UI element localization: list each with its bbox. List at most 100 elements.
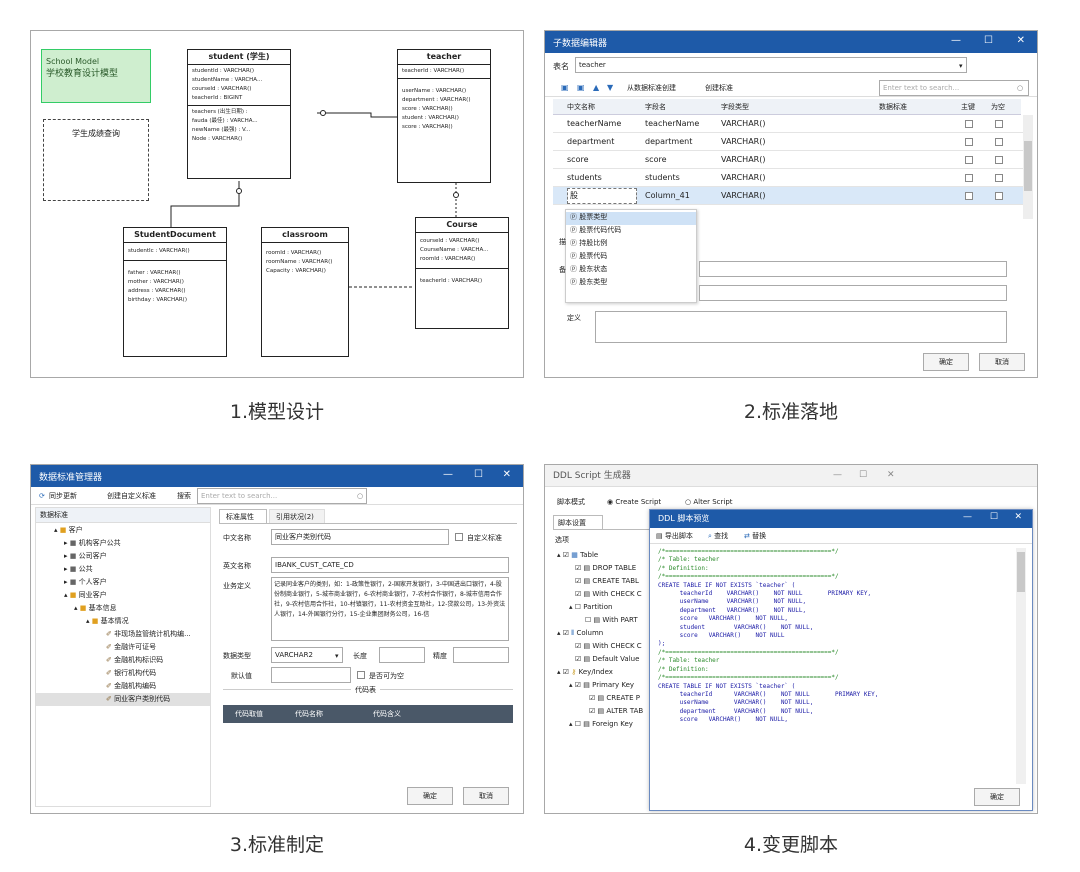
pk-checkbox[interactable]: [965, 138, 973, 146]
view-box[interactable]: 学生成绩查询: [43, 119, 149, 201]
tree-item[interactable]: ✐ 金融许可证号: [106, 641, 156, 654]
tree-item[interactable]: ☑ ▤ With CHECK C: [575, 640, 642, 653]
table-row-selected[interactable]: 股 Column_41 VARCHAR(): [553, 187, 1023, 205]
tree-item[interactable]: ▴ ☑ ▦ Table: [557, 549, 598, 562]
ok-button[interactable]: 确定: [974, 788, 1020, 806]
maximize-icon[interactable]: ☐: [474, 469, 483, 480]
table-row[interactable]: students students VARCHAR(): [553, 169, 1023, 187]
minimize-icon[interactable]: —: [443, 469, 453, 480]
table-row[interactable]: department department VARCHAR(): [553, 133, 1023, 151]
tree-item[interactable]: ▴ ■ 客户: [54, 524, 83, 537]
radio-create[interactable]: ◉ Create Script: [607, 497, 661, 507]
tree-item-selected[interactable]: ✐ 同业客户类别代码: [36, 693, 210, 706]
null-checkbox[interactable]: [995, 156, 1003, 164]
tree-item[interactable]: ▴ ☐ Partition: [569, 601, 612, 614]
tree-item[interactable]: ▴ ☑ ⚷ Key/Index: [557, 666, 613, 679]
tree-item[interactable]: ▸ ■ 机构客户公共: [64, 537, 121, 550]
en-input[interactable]: IBANK_CUST_CATE_CD: [271, 557, 509, 573]
nullable-checkbox[interactable]: [357, 671, 365, 679]
minimize-icon[interactable]: —: [833, 469, 842, 481]
type-select[interactable]: VARCHAR2: [271, 647, 343, 663]
std-dropdown[interactable]: ⓟ 股票类型 ⓟ 股票代码代码 ⓟ 持股比例 ⓟ 股票代码 ⓟ 股东状态 ⓟ 股…: [565, 209, 697, 303]
ddl-code-editor[interactable]: /*======================================…: [658, 548, 1012, 778]
null-checkbox[interactable]: [995, 120, 1003, 128]
tree-item[interactable]: ☑ ▤ ALTER TAB: [589, 705, 643, 718]
maximize-icon[interactable]: ☐: [990, 512, 998, 522]
tree-item[interactable]: ☑ ▤ With CHECK C: [575, 588, 642, 601]
maximize-icon[interactable]: ☐: [859, 469, 867, 481]
tree-item[interactable]: ▸ ■ 公共: [64, 563, 93, 576]
tab-references[interactable]: 引用状况(2): [269, 509, 325, 523]
null-checkbox[interactable]: [995, 174, 1003, 182]
len-input[interactable]: [379, 647, 425, 663]
entity-course[interactable]: Course courseId : VARCHAR() CourseName :…: [415, 217, 509, 329]
dropdown-item[interactable]: ⓟ 股票代码代码: [570, 225, 621, 235]
dropdown-item[interactable]: ⓟ 股票类型: [566, 212, 696, 225]
radio-alter[interactable]: ○ Alter Script: [685, 497, 733, 507]
form-field[interactable]: [699, 285, 1007, 301]
tree-item[interactable]: ✐ 金融机构编码: [106, 680, 156, 693]
maximize-icon[interactable]: ☐: [984, 35, 993, 46]
std-search-input[interactable]: Enter text to search...: [879, 80, 1029, 96]
tree-item[interactable]: ▴ ☐ ▤ Foreign Key: [569, 718, 633, 731]
export-button[interactable]: ▤ 导出脚本: [656, 531, 693, 541]
create-std-button[interactable]: 创建标准: [705, 83, 733, 93]
tree-item[interactable]: ▴ ☑ ⫴ Column: [557, 627, 603, 640]
close-icon[interactable]: ✕: [503, 469, 511, 480]
minimize-icon[interactable]: —: [963, 512, 972, 522]
entity-studentdocument[interactable]: StudentDocument studentIc : VARCHAR() fa…: [123, 227, 227, 357]
search-icon[interactable]: ○: [357, 491, 363, 501]
sync-button[interactable]: 同步更新: [49, 491, 77, 501]
copy-row-icon[interactable]: ▣: [577, 82, 585, 93]
from-std-button[interactable]: 从数据标准创建: [627, 83, 676, 93]
tab-script-settings[interactable]: 脚本设置: [553, 515, 603, 529]
tab-std-attr[interactable]: 标准属性: [219, 509, 267, 523]
sync-icon[interactable]: ⟳: [39, 491, 45, 501]
table-row[interactable]: score score VARCHAR(): [553, 151, 1023, 169]
ok-button[interactable]: 确定: [923, 353, 969, 371]
tree-item[interactable]: ☑ ▤ Default Value: [575, 653, 639, 666]
table-row[interactable]: teacherName teacherName VARCHAR(): [553, 115, 1023, 133]
tree-item[interactable]: ✐ 银行机构代码: [106, 667, 156, 680]
form-field[interactable]: [699, 261, 1007, 277]
entity-teacher[interactable]: teacher teacherId : VARCHAR() userName :…: [397, 49, 491, 183]
tree-item[interactable]: ▴ ■ 基本信息: [74, 602, 117, 615]
table-select[interactable]: teacher: [575, 57, 967, 73]
search-icon[interactable]: ○: [1017, 83, 1023, 93]
model-note[interactable]: School Model 学校教育设计模型: [41, 49, 151, 103]
tree-item[interactable]: ▴ ■ 同业客户: [64, 589, 107, 602]
tree-item[interactable]: ✐ 金融机构标识码: [106, 654, 163, 667]
default-input[interactable]: [271, 667, 351, 683]
tree-item[interactable]: ☐ ▤ With PART: [585, 614, 638, 627]
find-button[interactable]: ⌕ 查找: [708, 531, 728, 541]
custom-checkbox[interactable]: [455, 533, 463, 541]
definition-textarea[interactable]: [595, 311, 1007, 343]
tree-item[interactable]: ▸ ■ 公司客户: [64, 550, 107, 563]
close-icon[interactable]: ✕: [1017, 35, 1025, 46]
cn-input[interactable]: 同业客户类别代码: [271, 529, 449, 545]
close-icon[interactable]: ✕: [887, 469, 895, 481]
entity-classroom[interactable]: classroom roomId : VARCHAR() roomName : …: [261, 227, 349, 357]
dropdown-item[interactable]: ⓟ 股东状态: [570, 264, 607, 274]
def-textarea[interactable]: 记录同业客户的类别，如：1-政策性银行，2-国家开发银行，3-中国进出口银行，4…: [271, 577, 509, 641]
custom-std-button[interactable]: 创建自定义标准: [107, 491, 156, 501]
tree-item[interactable]: ☑ ▤ CREATE TABL: [575, 575, 639, 588]
arrow-down-icon[interactable]: ▼: [607, 82, 613, 93]
chevron-down-icon[interactable]: ▾: [959, 61, 963, 71]
pk-checkbox[interactable]: [965, 120, 973, 128]
tree-item[interactable]: ▴ ■ 基本情况: [86, 615, 129, 628]
tree-item[interactable]: ▴ ☑ ▤ Primary Key: [569, 679, 634, 692]
entity-student[interactable]: student (学生) studentId : VARCHAR() stude…: [187, 49, 291, 179]
pk-checkbox[interactable]: [965, 174, 973, 182]
tree-item[interactable]: ☑ ▤ CREATE P: [589, 692, 640, 705]
tree-item[interactable]: ▸ ■ 个人客户: [64, 576, 107, 589]
tree-item[interactable]: ☑ ▤ DROP TABLE: [575, 562, 636, 575]
pk-checkbox[interactable]: [965, 192, 973, 200]
cancel-button[interactable]: 取消: [463, 787, 509, 805]
mgr-search-input[interactable]: Enter text to search...: [197, 488, 367, 504]
new-row-icon[interactable]: ▣: [561, 82, 569, 93]
tree-item[interactable]: ✐ 非现场监管统计机构编...: [106, 628, 191, 641]
null-checkbox[interactable]: [995, 138, 1003, 146]
scrollbar[interactable]: [1016, 548, 1026, 784]
cell-cn[interactable]: 股: [567, 188, 637, 204]
